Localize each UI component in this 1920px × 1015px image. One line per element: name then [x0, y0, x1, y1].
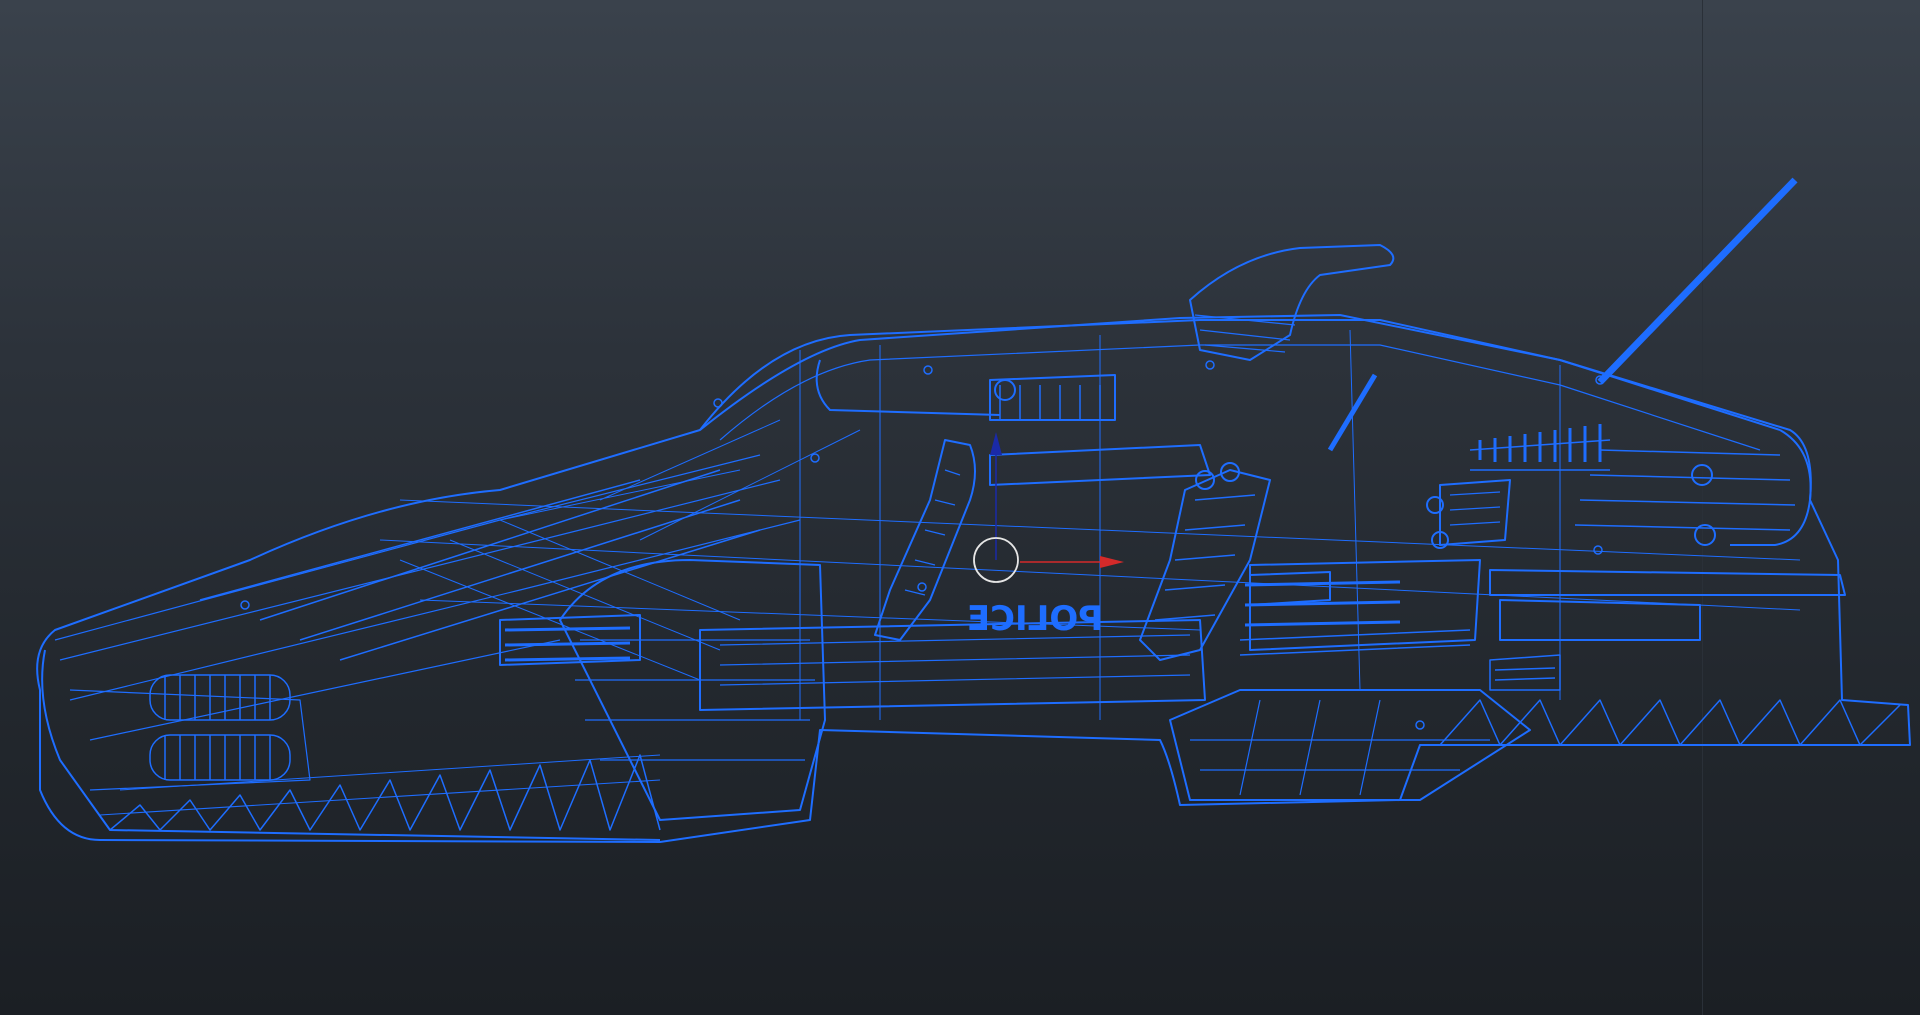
front-skirt-teeth — [109, 754, 661, 831]
roof-line — [699, 319, 1781, 431]
roof-inner — [719, 344, 1761, 451]
rivets — [240, 360, 1605, 730]
roof-spoiler — [1189, 244, 1395, 361]
front-seat — [874, 439, 976, 641]
antenna — [1597, 177, 1798, 385]
front-wheel-panel — [559, 559, 826, 821]
rear-end — [1730, 429, 1812, 546]
rear-skirt-teeth — [1439, 699, 1901, 746]
headlights — [149, 674, 291, 781]
gizmo-z-arrow — [990, 432, 1002, 455]
gizmo-x-arrow — [1100, 556, 1124, 568]
car-body-outline — [36, 314, 1911, 843]
move-gizmo-icon — [973, 432, 1124, 583]
3d-viewport[interactable]: POLICE — [0, 0, 1920, 1015]
wireframe-model[interactable]: POLICE — [0, 0, 1920, 1015]
decal-police-text: POLICE — [967, 599, 1103, 639]
